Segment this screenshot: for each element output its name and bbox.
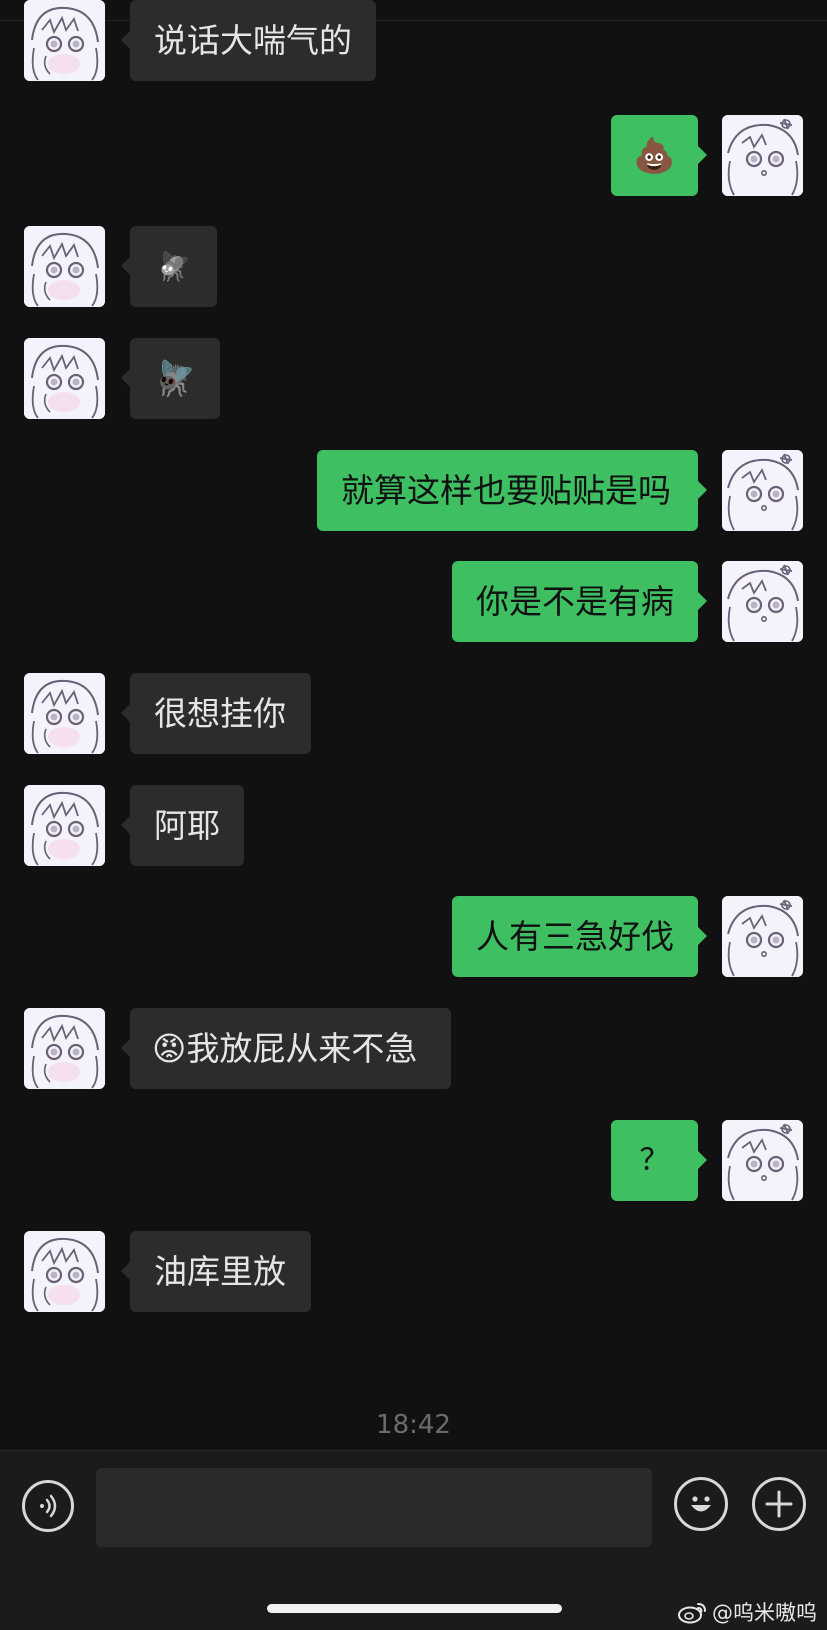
message-bubble[interactable]: 🪰 [121, 338, 220, 419]
message-text: 油库里放 [154, 1252, 286, 1291]
message-row: 很想挂你 [0, 673, 827, 755]
message-row: 🪰 [0, 338, 827, 420]
anime-girl-avatar-art [722, 561, 803, 642]
message-bubble[interactable]: 油库里放 [121, 1231, 311, 1312]
my-avatar[interactable] [722, 450, 803, 531]
anime-girl-avatar-art [24, 673, 105, 754]
anime-girl-avatar-art [24, 1008, 105, 1089]
message-bubble[interactable]: 😡我放屁从来不急 [121, 1008, 451, 1089]
contact-avatar[interactable] [24, 673, 105, 754]
message-timestamp: 18:42 [376, 1410, 451, 1440]
anime-girl-avatar-art [24, 785, 105, 866]
my-avatar[interactable] [722, 1120, 803, 1201]
message-bubble[interactable]: 很想挂你 [121, 673, 311, 754]
message-row: 油库里放 [0, 1231, 827, 1313]
voice-button[interactable] [22, 1480, 74, 1532]
message-row: 💩 [0, 115, 827, 197]
anime-girl-avatar-art [24, 1231, 105, 1312]
my-avatar[interactable] [722, 115, 803, 196]
my-avatar[interactable] [722, 896, 803, 977]
message-text: 很想挂你 [154, 694, 286, 733]
anime-girl-avatar-art [722, 115, 803, 196]
message-row: 😡我放屁从来不急 [0, 1008, 827, 1090]
message-bubble[interactable]: 人有三急好伐 [452, 896, 707, 977]
contact-avatar[interactable] [24, 338, 105, 419]
message-row: 说话大喘气的 [0, 0, 827, 82]
message-bubble[interactable]: 你是不是有病 [452, 561, 707, 642]
message-text: 阿耶 [154, 806, 220, 845]
message-text: 你是不是有病 [476, 582, 674, 621]
more-button[interactable] [752, 1477, 806, 1531]
anime-girl-avatar-art [722, 1120, 803, 1201]
contact-avatar[interactable] [24, 0, 105, 81]
anime-girl-avatar-art [722, 896, 803, 977]
plus-icon [765, 1490, 793, 1518]
message-bubble[interactable]: ？ [611, 1120, 707, 1201]
emoji-button[interactable] [674, 1477, 728, 1531]
message-bubble[interactable]: 说话大喘气的 [121, 0, 376, 81]
anime-girl-avatar-art [24, 226, 105, 307]
message-bubble[interactable]: 💩 [611, 115, 707, 196]
message-input[interactable] [96, 1468, 652, 1547]
chat-input-bar: @呜米嗷呜 [0, 1450, 827, 1630]
message-text: 就算这样也要贴贴是吗 [341, 471, 671, 510]
message-text: 说话大喘气的 [154, 21, 352, 60]
poop-emoji: 💩 [633, 135, 676, 176]
message-bubble[interactable]: 阿耶 [121, 785, 244, 866]
watermark-text: @呜米嗷呜 [712, 1601, 817, 1625]
message-text: 😡我放屁从来不急 [152, 1029, 418, 1068]
message-row: 你是不是有病 [0, 561, 827, 643]
message-row: 人有三急好伐 [0, 896, 827, 978]
anime-girl-avatar-art [24, 338, 105, 419]
fly-emoji: 🪰 [156, 249, 191, 283]
fly-emoji: 🪰 [153, 358, 197, 399]
home-indicator[interactable] [267, 1604, 562, 1613]
voice-input-icon [40, 1494, 57, 1518]
weibo-icon [678, 1603, 706, 1624]
message-row: ？ [0, 1120, 827, 1202]
message-row: 🪰 [0, 226, 827, 308]
my-avatar[interactable] [722, 561, 803, 642]
message-row: 就算这样也要贴贴是吗 [0, 450, 827, 532]
anime-girl-avatar-art [24, 0, 105, 81]
contact-avatar[interactable] [24, 226, 105, 307]
contact-avatar[interactable] [24, 1008, 105, 1089]
message-text: ？ [639, 1142, 670, 1178]
message-row: 阿耶 [0, 785, 827, 867]
contact-avatar[interactable] [24, 785, 105, 866]
message-bubble[interactable]: 就算这样也要贴贴是吗 [317, 450, 707, 531]
anime-girl-avatar-art [722, 450, 803, 531]
watermark: @呜米嗷呜 [678, 1597, 817, 1627]
message-text: 人有三急好伐 [476, 917, 674, 956]
message-bubble[interactable]: 🪰 [121, 226, 217, 307]
emoji-icon [691, 1496, 711, 1512]
contact-avatar[interactable] [24, 1231, 105, 1312]
